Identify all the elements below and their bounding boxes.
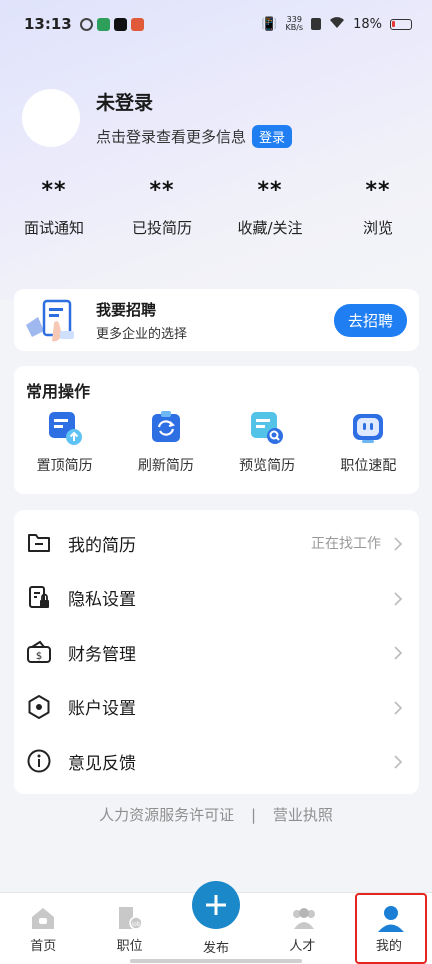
stat-label: 收藏/关注 — [237, 219, 303, 237]
stat-value: ** — [41, 178, 67, 203]
common-operations-card: 常用操作 置顶简历 刷新简历 预览简历 职位速配 — [14, 366, 419, 494]
recruit-subtitle: 更多企业的选择 — [96, 326, 188, 342]
stat-interview-notices[interactable]: ** 面试通知 — [0, 178, 108, 238]
tab-talent[interactable]: 人才 — [259, 893, 345, 964]
menu-item-account-settings[interactable]: 账户设置 — [14, 680, 419, 735]
menu-item-label: 账户设置 — [68, 699, 136, 720]
info-icon — [26, 748, 52, 774]
op-label: 刷新简历 — [137, 458, 194, 474]
home-icon — [30, 905, 56, 931]
job-match-icon — [350, 410, 386, 446]
op-refresh-resume[interactable]: 刷新简历 — [115, 410, 216, 475]
login-button[interactable]: 登录 — [252, 125, 293, 148]
refresh-resume-icon — [148, 410, 184, 446]
job-icon: job — [117, 905, 143, 931]
chevron-right-icon — [391, 536, 405, 551]
op-job-match[interactable]: 职位速配 — [318, 410, 419, 475]
privacy-lock-icon — [26, 585, 52, 611]
menu-item-label: 我的简历 — [68, 535, 136, 556]
svg-text:$: $ — [36, 651, 42, 662]
op-preview-resume[interactable]: 预览简历 — [217, 410, 318, 475]
menu-item-label: 隐私设置 — [68, 590, 136, 611]
folder-icon — [26, 530, 52, 556]
svg-text:job: job — [130, 921, 140, 928]
profile-subtitle: 点击登录查看更多信息 — [96, 128, 247, 146]
tab-label: 人才 — [289, 939, 316, 954]
home-indicator — [130, 959, 302, 963]
footer-links: 人力资源服务许可证 | 营业执照 — [0, 804, 432, 825]
chevron-right-icon — [391, 754, 405, 769]
sim-icon — [311, 18, 322, 30]
profile-header[interactable]: 未登录 点击登录查看更多信息 登录 — [22, 88, 293, 148]
menu-item-my-resume[interactable]: 我的简历 正在找工作 — [14, 516, 419, 571]
stat-submitted-resumes[interactable]: ** 已投简历 — [108, 178, 216, 238]
vibrate-icon: 📳 — [261, 16, 278, 32]
settings-menu: 我的简历 正在找工作 隐私设置 $ 财务管理 账户设置 意见反馈 — [14, 510, 419, 794]
menu-item-label: 意见反馈 — [68, 753, 136, 774]
profile-name: 未登录 — [96, 92, 154, 114]
status-time: 13:13 — [24, 15, 72, 33]
network-speed: 339 KB/s — [285, 15, 304, 32]
tab-label: 职位 — [116, 939, 143, 954]
footer-separator: | — [250, 806, 257, 824]
chevron-right-icon — [391, 591, 405, 606]
avatar[interactable] — [22, 89, 80, 147]
pin-resume-icon — [47, 410, 83, 446]
tab-post[interactable]: 发布 — [173, 881, 259, 964]
battery-icon — [390, 18, 412, 30]
plus-icon — [206, 895, 227, 915]
menu-item-label: 财务管理 — [68, 644, 136, 665]
stat-favorites-follows[interactable]: ** 收藏/关注 — [216, 178, 324, 238]
app-notification-icon — [79, 17, 93, 31]
resume-status: 正在找工作 — [311, 536, 381, 553]
menu-item-feedback[interactable]: 意见反馈 — [14, 734, 419, 789]
tab-home[interactable]: 首页 — [0, 893, 86, 964]
op-pin-resume[interactable]: 置顶简历 — [14, 410, 115, 475]
chevron-right-icon — [391, 700, 405, 715]
preview-resume-icon — [249, 410, 285, 446]
hr-service-license-link[interactable]: 人力资源服务许可证 — [99, 806, 234, 824]
business-license-link[interactable]: 营业执照 — [273, 806, 333, 824]
op-label: 置顶简历 — [36, 458, 93, 474]
notification-icons — [79, 17, 144, 31]
tab-label: 首页 — [30, 939, 57, 954]
menu-item-privacy-settings[interactable]: 隐私设置 — [14, 571, 419, 626]
recruit-illustration-icon — [24, 295, 82, 345]
stat-value: ** — [365, 178, 391, 203]
stat-value: ** — [257, 178, 283, 203]
op-label: 职位速配 — [340, 458, 397, 474]
wallet-icon: $ — [26, 639, 52, 665]
stats-row: ** 面试通知 ** 已投简历 ** 收藏/关注 ** 浏览 — [0, 178, 432, 238]
menu-item-finance[interactable]: $ 财务管理 — [14, 625, 419, 680]
chevron-right-icon — [391, 645, 405, 660]
stat-value: ** — [149, 178, 175, 203]
tab-label: 发布 — [203, 941, 230, 956]
stat-label: 面试通知 — [23, 219, 84, 237]
tiktok-icon — [113, 17, 127, 31]
go-recruit-button[interactable]: 去招聘 — [333, 303, 407, 337]
talent-icon — [289, 905, 316, 931]
battery-percent: 18% — [353, 16, 382, 32]
stat-label: 已投简历 — [131, 219, 192, 237]
stat-label: 浏览 — [362, 219, 393, 237]
hexagon-settings-icon — [26, 694, 52, 720]
app-notification-icon — [96, 17, 110, 31]
common-operations-title: 常用操作 — [26, 382, 91, 401]
stat-views[interactable]: ** 浏览 — [324, 178, 432, 238]
recruit-title: 我要招聘 — [96, 300, 157, 319]
status-bar: 13:13 📳 339 KB/s 18% — [0, 0, 432, 48]
recruit-banner[interactable]: 我要招聘 更多企业的选择 去招聘 — [14, 289, 419, 351]
op-label: 预览简历 — [239, 458, 296, 474]
tab-jobs[interactable]: job 职位 — [86, 893, 172, 964]
highlight-box — [355, 893, 427, 964]
post-button[interactable] — [192, 881, 241, 929]
wifi-icon — [329, 16, 345, 33]
app-notification-icon — [130, 17, 144, 31]
